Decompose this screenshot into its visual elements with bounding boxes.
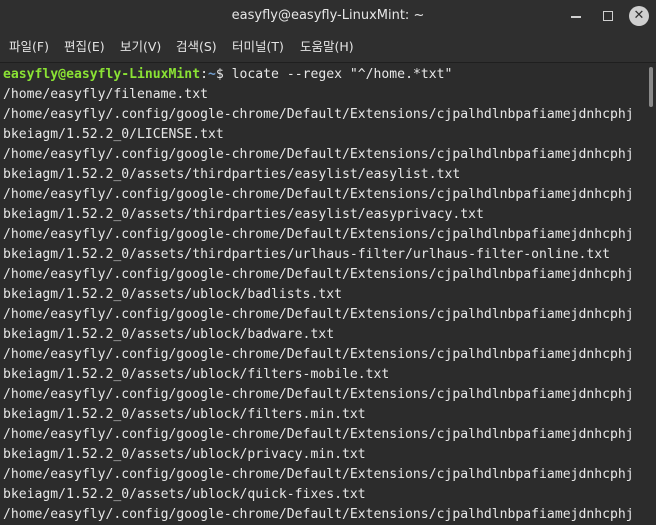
output-line: /home/easyfly/.config/google-chrome/Defa…	[3, 507, 634, 522]
menu-help[interactable]: 도움말(H)	[300, 32, 354, 62]
maximize-button[interactable]	[598, 6, 618, 26]
prompt-symbol: $	[215, 67, 232, 82]
output-line: bkeiagm/1.52.2_0/assets/ublock/privacy.m…	[3, 447, 366, 462]
output-line: /home/easyfly/.config/google-chrome/Defa…	[3, 107, 634, 122]
title-bar[interactable]: easyfly@easyfly-LinuxMint: ~ ✕	[0, 0, 656, 32]
output-line: /home/easyfly/.config/google-chrome/Defa…	[3, 467, 634, 482]
output-line: /home/easyfly/.config/google-chrome/Defa…	[3, 267, 634, 282]
prompt-user-host: easyfly@easyfly-LinuxMint	[3, 67, 201, 82]
prompt-command: locate --regex "^/home.*txt"	[231, 67, 453, 82]
output-line: /home/easyfly/.config/google-chrome/Defa…	[3, 347, 634, 362]
output-line: bkeiagm/1.52.2_0/assets/thirdparties/eas…	[3, 207, 484, 222]
menu-terminal[interactable]: 터미널(T)	[232, 32, 284, 62]
output-line: bkeiagm/1.52.2_0/assets/ublock/quick-fix…	[3, 487, 366, 502]
output-line: /home/easyfly/.config/google-chrome/Defa…	[3, 307, 634, 322]
prompt-separator: :	[200, 67, 208, 82]
window-title: easyfly@easyfly-LinuxMint: ~	[231, 8, 425, 23]
output-line: bkeiagm/1.52.2_0/LICENSE.txt	[3, 127, 224, 142]
prompt-line: easyfly@easyfly-LinuxMint:~$ locate --re…	[3, 65, 643, 85]
close-button[interactable]: ✕	[629, 6, 649, 26]
menu-file[interactable]: 파일(F)	[9, 32, 49, 62]
minimize-icon	[571, 16, 581, 18]
output-line: bkeiagm/1.52.2_0/assets/thirdparties/url…	[3, 247, 610, 262]
minimize-button[interactable]	[566, 6, 586, 26]
terminal-lines: easyfly@easyfly-LinuxMint:~$ locate --re…	[3, 65, 643, 525]
output-line: bkeiagm/1.52.2_0/assets/ublock/badlists.…	[3, 287, 342, 302]
output-line: bkeiagm/1.52.2_0/assets/thirdparties/eas…	[3, 167, 461, 182]
output-lines: /home/easyfly/filename.txt/home/easyfly/…	[3, 85, 643, 525]
menu-bar: 파일(F) 편집(E) 보기(V) 검색(S) 터미널(T) 도움말(H)	[0, 32, 656, 63]
output-line: bkeiagm/1.52.2_0/assets/ublock/badware.t…	[3, 327, 335, 342]
output-line: bkeiagm/1.52.2_0/assets/ublock/filters-m…	[3, 367, 390, 382]
output-line: /home/easyfly/filename.txt	[3, 87, 208, 102]
output-line: /home/easyfly/.config/google-chrome/Defa…	[3, 147, 634, 162]
menu-edit[interactable]: 편집(E)	[64, 32, 105, 62]
output-line: /home/easyfly/.config/google-chrome/Defa…	[3, 387, 634, 402]
output-line: /home/easyfly/.config/google-chrome/Defa…	[3, 227, 634, 242]
output-line: bkeiagm/1.52.2_0/assets/ublock/filters.m…	[3, 407, 366, 422]
output-line: /home/easyfly/.config/google-chrome/Defa…	[3, 187, 634, 202]
close-icon: ✕	[633, 8, 645, 23]
maximize-icon	[603, 11, 613, 21]
output-line: /home/easyfly/.config/google-chrome/Defa…	[3, 427, 634, 442]
terminal-window: easyfly@easyfly-LinuxMint: ~ ✕ 파일(F) 편집(…	[0, 0, 656, 525]
terminal-output[interactable]: easyfly@easyfly-LinuxMint:~$ locate --re…	[0, 63, 656, 525]
prompt-path: ~	[207, 67, 216, 82]
scrollbar-thumb[interactable]	[649, 67, 653, 107]
menu-view[interactable]: 보기(V)	[120, 32, 161, 62]
menu-search[interactable]: 검색(S)	[176, 32, 217, 62]
